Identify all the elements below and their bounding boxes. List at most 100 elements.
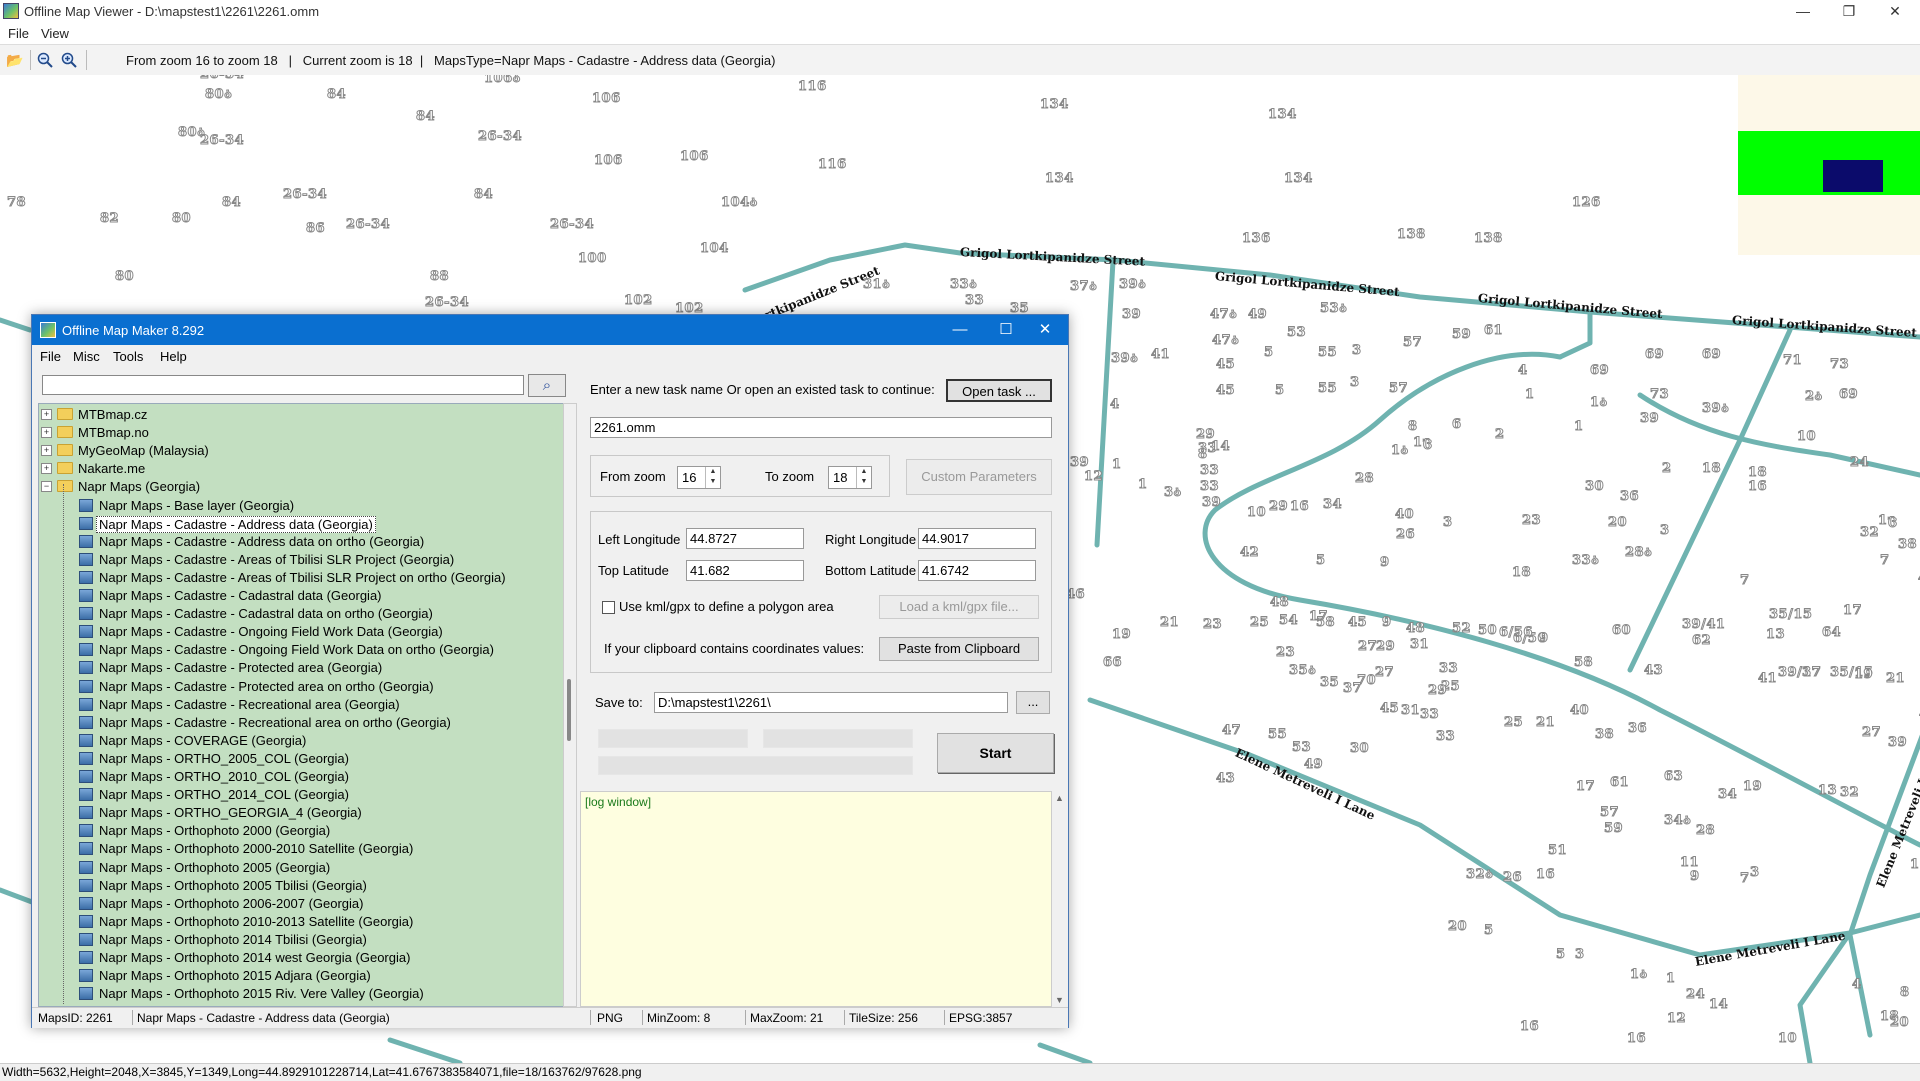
tree-folder[interactable]: + MTBmap.no [39,424,563,442]
load-kml-button[interactable]: Load a kml/gpx file... [879,595,1039,619]
left-longitude-input[interactable]: 44.8727 [686,528,804,549]
tree-map-item[interactable]: Napr Maps - COVERAGE (Georgia) [39,732,563,750]
address-number-label: 9 [1690,869,1700,885]
tree-map-item[interactable]: Napr Maps - Orthophoto 2005 (Georgia) [39,859,563,877]
address-number-label: 49 [1247,307,1268,323]
address-number-label: 14 [1708,997,1729,1013]
address-number-label: 86 [305,221,326,237]
tree-map-item[interactable]: Napr Maps - Cadastre - Areas of Tbilisi … [39,569,563,587]
tree-map-item[interactable]: Napr Maps - Cadastre - Cadastral data on… [39,605,563,623]
dialog-menu-tools[interactable]: Tools [113,349,143,364]
tree-map-item[interactable]: Napr Maps - Orthophoto 2000-2010 Satelli… [39,840,563,858]
dialog-app-icon [40,322,56,338]
kml-checkbox[interactable] [602,601,615,614]
save-to-input[interactable]: D:\mapstest1\2261\ [654,692,1008,713]
tree-map-item[interactable]: Napr Maps - Orthophoto 2015 Adjara (Geor… [39,967,563,985]
viewer-close-button[interactable]: ✕ [1872,0,1918,23]
viewer-minimize-button[interactable]: — [1780,0,1826,23]
tree-map-item[interactable]: Napr Maps - Cadastre - Address data (Geo… [39,515,563,533]
address-number-label: 51 [1547,843,1568,859]
from-zoom-spinner[interactable]: 16 ▲ ▼ [677,466,721,489]
top-latitude-input[interactable]: 41.682 [686,560,804,581]
map-layer-icon [79,770,93,783]
address-number-label: 26-34 [477,129,523,145]
tree-expander-icon[interactable]: + [41,409,52,420]
task-name-input[interactable]: 2261.omm [590,417,1052,438]
paste-clipboard-button[interactable]: Paste from Clipboard [879,637,1039,661]
address-number-label: 134 [1284,171,1313,187]
address-number-label: 39 [1201,495,1222,511]
dialog-close-button[interactable]: ✕ [1022,315,1068,345]
tree-map-item[interactable]: Napr Maps - ORTHO_GEORGIA_4 (Georgia) [39,804,563,822]
tree-map-item[interactable]: Napr Maps - Orthophoto 2000 (Georgia) [39,822,563,840]
bottom-latitude-input[interactable]: 41.6742 [918,560,1036,581]
scroll-up-icon[interactable]: ▲ [1055,793,1064,803]
tree-folder[interactable]: + Nakarte.me [39,460,563,478]
tree-map-item[interactable]: Napr Maps - Cadastre - Recreational area… [39,696,563,714]
tree-scrollbar-thumb[interactable] [567,679,571,741]
viewer-menu-view[interactable]: View [41,26,69,41]
viewer-restore-button[interactable]: ❐ [1826,0,1872,23]
tree-map-item[interactable]: Napr Maps - Base layer (Georgia) [39,497,563,515]
tree-expander-icon[interactable]: − [41,481,52,493]
to-zoom-spinner[interactable]: 18 ▲ ▼ [828,466,872,489]
tree-map-item[interactable]: Napr Maps - Orthophoto 2005 Tbilisi (Geo… [39,877,563,895]
spinner-arrows-icon[interactable]: ▲ ▼ [705,467,720,488]
map-search-input[interactable] [42,375,524,395]
dialog-menu-misc[interactable]: Misc [73,349,100,364]
open-task-button[interactable]: Open task ... [946,379,1052,402]
start-button[interactable]: Start [937,733,1054,773]
address-number-label: 33ა [949,277,978,293]
tree-map-item[interactable]: Napr Maps - Cadastre - Ongoing Field Wor… [39,623,563,641]
tree-map-item[interactable]: Napr Maps - Cadastre - Ongoing Field Wor… [39,641,563,659]
spinner-arrows-icon[interactable]: ▲ ▼ [856,467,871,488]
dialog-menu-file[interactable]: File [40,349,61,364]
tree-map-item[interactable]: Napr Maps - ORTHO_2010_COL (Georgia) [39,768,563,786]
dialog-titlebar[interactable]: Offline Map Maker 8.292 — ☐ ✕ [32,315,1068,345]
tree-map-item[interactable]: Napr Maps - Cadastre - Protected area (G… [39,659,563,677]
log-scrollbar[interactable]: ▲ ▼ [1052,791,1066,1007]
tree-map-item[interactable]: Napr Maps - Cadastre - Cadastral data (G… [39,587,563,605]
tree-map-item[interactable]: Napr Maps - ORTHO_2014_COL (Georgia) [39,786,563,804]
tree-map-item[interactable]: Napr Maps - Cadastre - Areas of Tbilisi … [39,551,563,569]
tree-map-item[interactable]: Napr Maps - Orthophoto 2010-2013 Satelli… [39,913,563,931]
address-number-label: 20 [1447,919,1468,935]
minimap-viewport[interactable] [1823,160,1883,192]
tree-expander-icon[interactable]: + [41,463,52,475]
tree-map-item[interactable]: Napr Maps - Orthophoto 2006-2007 (Georgi… [39,895,563,913]
zoom-out-icon[interactable] [37,52,53,68]
map-source-tree[interactable]: + MTBmap.cz + MTBmap.no + MyGeoMap (Malaysia)… [38,403,564,1007]
tree-map-item[interactable]: Napr Maps - Cadastre - Address data on o… [39,533,563,551]
open-folder-icon[interactable]: 📂 [6,52,23,68]
tree-map-item[interactable]: Napr Maps - ORTHO_2005_COL (Georgia) [39,750,563,768]
tree-folder[interactable]: − Napr Maps (Georgia) [39,478,563,496]
tree-map-item[interactable]: Napr Maps - Cadastre - Protected area on… [39,678,563,696]
tree-scrollbar[interactable] [563,403,577,1007]
search-icon[interactable]: ⌕ [528,374,566,397]
address-number-label: 7 [1740,871,1750,887]
right-longitude-input[interactable]: 44.9017 [918,528,1036,549]
kml-checkbox-label[interactable]: Use kml/gpx to define a polygon area [619,599,834,614]
address-number-label: 28 [1354,471,1375,487]
log-window[interactable]: [log window] [580,791,1052,1007]
tree-map-item[interactable]: Napr Maps - Orthophoto 2014 west Georgia… [39,949,563,967]
tree-folder[interactable]: + MyGeoMap (Malaysia) [39,442,563,460]
tree-folder[interactable]: + MTBmap.cz [39,406,563,424]
dialog-menu-help[interactable]: Help [160,349,187,364]
address-number-label: 116 [798,79,827,95]
tree-expander-icon[interactable]: + [41,445,52,457]
tree-expander-icon[interactable]: + [41,427,52,439]
zoom-in-icon[interactable] [61,52,77,68]
tree-map-item[interactable]: Napr Maps - Orthophoto 2015 Riv. Vere Va… [39,985,563,1003]
road-segment [1637,392,1920,478]
from-zoom-label: From zoom [600,469,666,484]
address-number-label: 66 [1102,655,1123,671]
viewer-menu-file[interactable]: File [8,26,29,41]
tree-map-item[interactable]: Napr Maps - Cadastre - Recreational area… [39,714,563,732]
address-number-label: 5 [1275,383,1285,399]
dialog-minimize-button[interactable]: — [937,315,983,345]
browse-button[interactable]: ... [1016,691,1050,714]
custom-parameters-button[interactable]: Custom Parameters [906,459,1052,495]
tree-map-item[interactable]: Napr Maps - Orthophoto 2014 Tbilisi (Geo… [39,931,563,949]
scroll-down-icon[interactable]: ▼ [1055,995,1064,1005]
